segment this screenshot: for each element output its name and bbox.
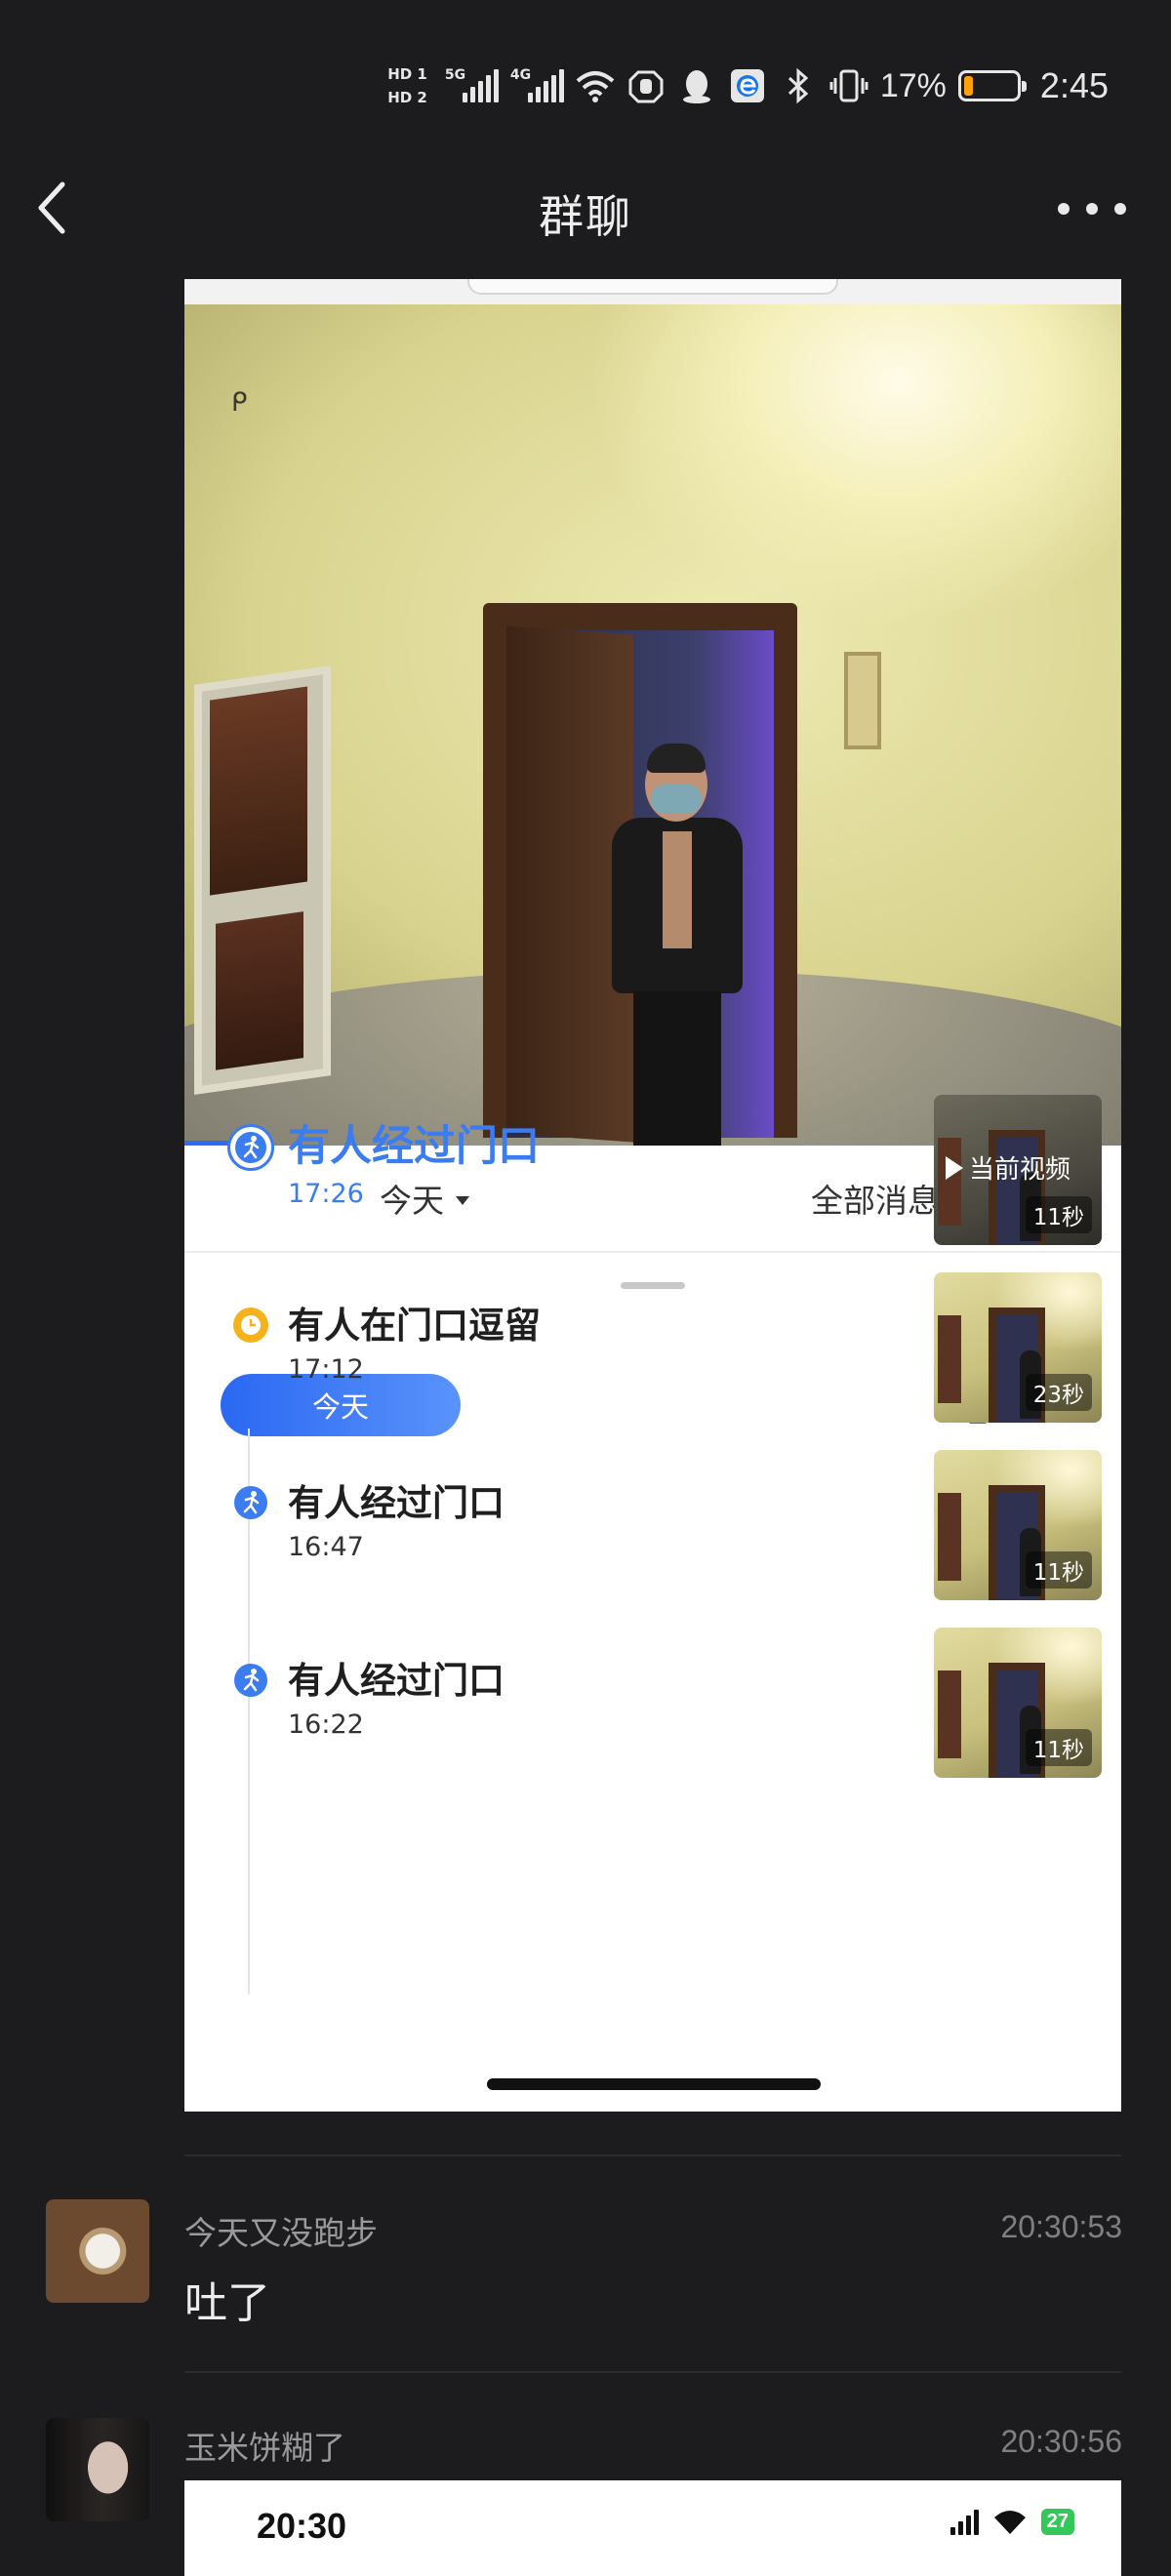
- message-time: 20:30:56: [1000, 2424, 1122, 2459]
- event-video-thumbnail[interactable]: 23秒: [934, 1272, 1102, 1423]
- walking-person-icon: [227, 1124, 274, 1171]
- more-options-button[interactable]: [1058, 189, 1126, 228]
- more-dots-icon: [1058, 203, 1070, 215]
- event-name: 有人在门口逗留: [288, 1305, 541, 1347]
- clock: 2:45: [1039, 65, 1109, 105]
- event-time: 16:22: [288, 1710, 364, 1740]
- network-5g-label: 5G: [444, 67, 466, 83]
- video-duration: 11秒: [1025, 1196, 1092, 1233]
- event-video-thumbnail[interactable]: 11秒: [934, 1450, 1102, 1600]
- message-text[interactable]: 吐了: [184, 2268, 270, 2330]
- video-duration: 23秒: [1025, 1374, 1092, 1411]
- event-time: 17:26: [288, 1179, 364, 1209]
- chat-header: 群聊: [0, 146, 1171, 269]
- home-indicator: [487, 2078, 821, 2090]
- wifi-icon: [576, 66, 615, 105]
- wall-switch: [844, 652, 881, 749]
- shared-screenshot-image[interactable]: ᑭ 今天 全部消息 今天 有人经过门口 17:26 当前视频 11秒 有人在门口逗留 17…: [184, 279, 1121, 2112]
- battery-icon: 27: [1040, 2508, 1074, 2535]
- vibrate-icon: [829, 66, 868, 105]
- hand-icon: [626, 66, 666, 105]
- hd2-badge: HD 2: [387, 89, 427, 106]
- screenshot-clock: 20:30: [257, 2506, 347, 2546]
- hd1-badge: HD 1: [387, 65, 427, 83]
- message-divider: [184, 2371, 1121, 2373]
- avatar[interactable]: [46, 2418, 149, 2521]
- video-duration: 11秒: [1025, 1729, 1092, 1766]
- browser-icon: [728, 66, 767, 105]
- screenshot-top-strip: [184, 279, 1121, 304]
- wall-mark: ᑭ: [231, 388, 248, 418]
- network-4g-label: 4G: [509, 67, 532, 83]
- current-video-label: 当前视频: [969, 1155, 1071, 1185]
- event-row[interactable]: 有人经过门口 16:22 11秒: [184, 1612, 1121, 1778]
- wifi-icon: [993, 2511, 1026, 2534]
- avatar[interactable]: [46, 2199, 149, 2303]
- sender-name[interactable]: 玉米饼糊了: [184, 2422, 345, 2469]
- signal-icon: [949, 2508, 979, 2535]
- hd-indicators: HD 1 HD 2: [387, 65, 427, 106]
- event-name: 有人经过门口: [288, 1122, 540, 1171]
- bluetooth-icon: [779, 66, 818, 105]
- event-name: 有人经过门口: [288, 1660, 505, 1702]
- event-video-thumbnail[interactable]: 当前视频 11秒: [934, 1095, 1102, 1245]
- shared-screenshot-image-2[interactable]: 20:30 27: [184, 2480, 1121, 2576]
- sender-name[interactable]: 今天又没跑步: [184, 2207, 378, 2254]
- signal-4g-icon: 4G: [509, 67, 564, 102]
- battery-percent: 17%: [879, 66, 947, 104]
- signal-5g-icon: 5G: [444, 67, 499, 102]
- video-duration: 11秒: [1025, 1551, 1092, 1589]
- event-row[interactable]: 有人经过门口 16:47 11秒: [184, 1434, 1121, 1600]
- chat-title: 群聊: [539, 190, 632, 243]
- event-name: 有人经过门口: [288, 1482, 505, 1524]
- walking-person-icon: [233, 1663, 268, 1698]
- walking-person-icon: [233, 1485, 268, 1520]
- hallway-side-door: [194, 665, 331, 1095]
- play-icon: [946, 1155, 963, 1180]
- doorbell-camera-view: ᑭ: [184, 304, 1121, 1146]
- qq-penguin-icon: [677, 66, 716, 105]
- message-time: 20:30:53: [1000, 2209, 1122, 2244]
- message-divider: [184, 2154, 1121, 2156]
- battery-icon: [957, 70, 1027, 101]
- event-time: 17:12: [288, 1354, 364, 1385]
- event-video-thumbnail[interactable]: 11秒: [934, 1628, 1102, 1778]
- open-doorway: [483, 603, 797, 1146]
- event-time: 16:47: [288, 1532, 364, 1562]
- clock-icon: [233, 1308, 268, 1343]
- status-bar: HD 1 HD 2 5G 4G 17% 2:45: [0, 0, 1171, 146]
- event-row[interactable]: 有人经过门口 17:26 当前视频 11秒: [184, 1079, 1121, 1245]
- event-row[interactable]: 有人在门口逗留 17:12 23秒: [184, 1257, 1121, 1423]
- play-current-video: 当前视频: [946, 1149, 1070, 1186]
